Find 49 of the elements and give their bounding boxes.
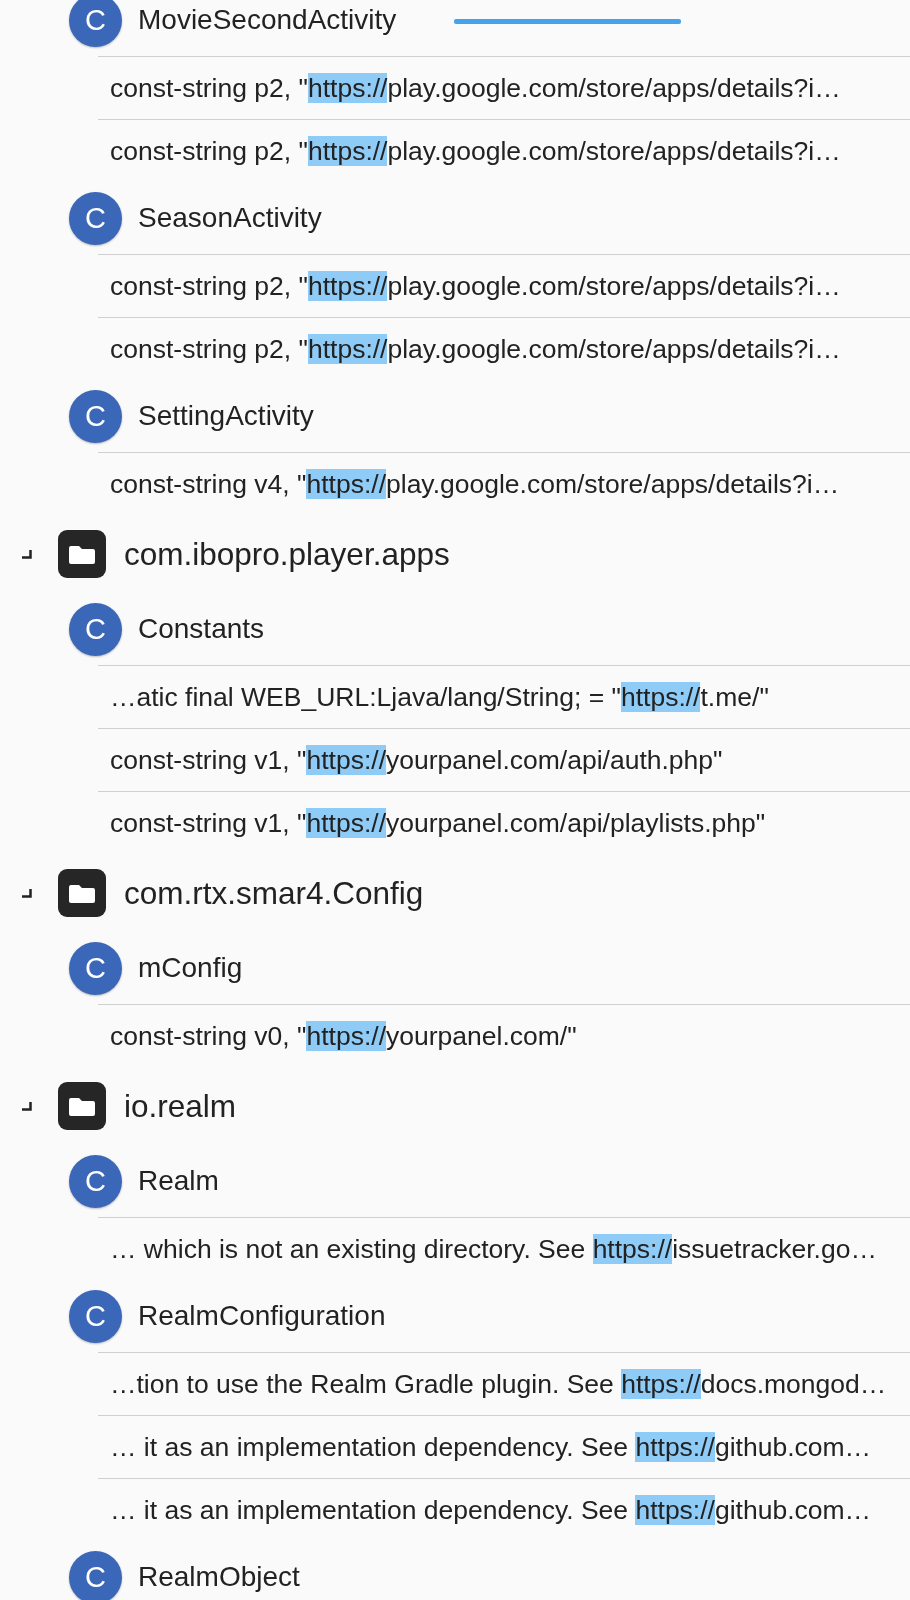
class-icon: C: [69, 1154, 122, 1208]
match-line[interactable]: const-string v0, "https://yourpanel.com/": [98, 1004, 910, 1067]
class-icon: C: [69, 389, 122, 443]
class-item[interactable]: C mConfig: [0, 932, 910, 1004]
corner-icon: [22, 888, 32, 898]
class-icon: C: [69, 1289, 122, 1343]
class-item[interactable]: C RealmObject: [0, 1541, 910, 1600]
package-item[interactable]: com.rtx.smar4.Config: [0, 854, 910, 932]
match-line[interactable]: const-string p2, "https://play.google.com/store/apps/details?i…: [98, 56, 910, 119]
class-name: SettingActivity: [138, 400, 314, 432]
corner-icon: [22, 549, 32, 559]
class-name: mConfig: [138, 952, 243, 984]
class-item[interactable]: C SettingActivity: [0, 380, 910, 452]
package-name: com.rtx.smar4.Config: [124, 874, 424, 912]
match-line[interactable]: … it as an implementation dependency. See https://github.com…: [98, 1415, 910, 1478]
class-name: RealmObject: [138, 1561, 300, 1593]
package-name: io.realm: [124, 1087, 237, 1125]
folder-icon: [58, 530, 106, 578]
match-line[interactable]: …tion to use the Realm Gradle plugin. See https://docs.mongod…: [98, 1352, 910, 1415]
match-line[interactable]: …atic final WEB_URL:Ljava/lang/String; = "https://t.me/": [98, 665, 910, 728]
corner-icon: [22, 1101, 32, 1111]
class-icon: C: [69, 191, 122, 245]
class-name: RealmConfiguration: [138, 1300, 386, 1332]
class-item[interactable]: C SeasonActivity: [0, 182, 910, 254]
match-line[interactable]: const-string p2, "https://play.google.com/store/apps/details?i…: [98, 254, 910, 317]
class-name: SeasonActivity: [138, 202, 322, 234]
class-name: MovieSecondActivity: [138, 4, 397, 36]
match-line[interactable]: … which is not an existing directory. See https://issuetracker.go…: [98, 1217, 910, 1280]
class-item[interactable]: C Constants: [0, 593, 910, 665]
folder-icon: [58, 1082, 106, 1130]
class-icon: C: [69, 1550, 122, 1600]
class-item[interactable]: C MovieSecondActivity: [0, 0, 910, 56]
match-line[interactable]: const-string p2, "https://play.google.com/store/apps/details?i…: [98, 317, 910, 380]
class-icon: C: [69, 602, 122, 656]
class-item[interactable]: C Realm: [0, 1145, 910, 1217]
match-line[interactable]: … it as an implementation dependency. See https://github.com…: [98, 1478, 910, 1541]
package-name: com.ibopro.player.apps: [124, 535, 450, 573]
match-line[interactable]: const-string v4, "https://play.google.com/store/apps/details?i…: [98, 452, 910, 515]
match-line[interactable]: const-string p2, "https://play.google.com/store/apps/details?i…: [98, 119, 910, 182]
class-name: Constants: [138, 613, 265, 645]
match-line[interactable]: const-string v1, "https://yourpanel.com/api/playlists.php": [98, 791, 910, 854]
class-name: Realm: [138, 1165, 219, 1197]
class-icon: C: [69, 0, 122, 47]
match-line[interactable]: const-string v1, "https://yourpanel.com/api/auth.php": [98, 728, 910, 791]
class-icon: C: [69, 941, 122, 995]
class-item[interactable]: C RealmConfiguration: [0, 1280, 910, 1352]
package-item[interactable]: com.ibopro.player.apps: [0, 515, 910, 593]
package-item[interactable]: io.realm: [0, 1067, 910, 1145]
folder-icon: [58, 869, 106, 917]
